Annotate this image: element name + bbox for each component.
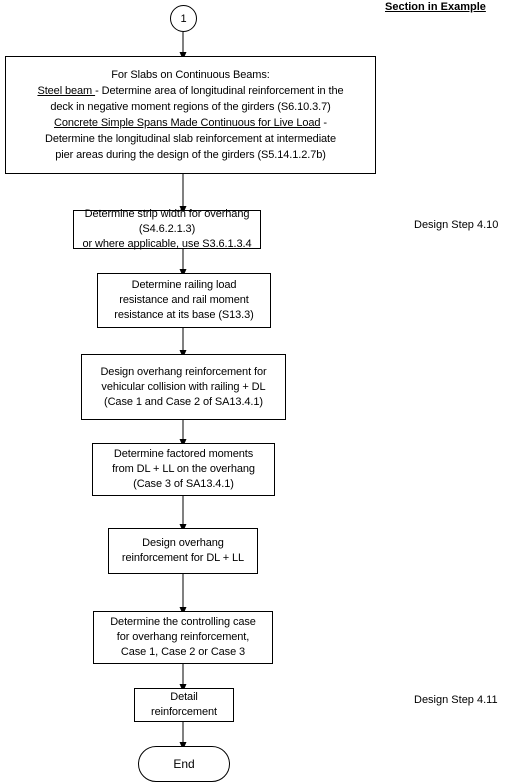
- end-terminator[interactable]: End: [138, 746, 230, 782]
- flowchart-canvas: Section in Example 1 For Slabs on Contin…: [0, 0, 525, 783]
- node-overhang-reinf-dl-ll-text: Design overhang reinforcement for DL + L…: [121, 537, 245, 564]
- node-slabs-continuous-beams-text: For Slabs on Continuous Beams: Steel bea…: [37, 67, 343, 163]
- node-railing-load-resistance-text: Determine railing load resistance and ra…: [114, 279, 254, 321]
- node-overhang-reinf-collision-text: Design overhang reinforcement for vehicu…: [100, 365, 267, 408]
- text-line-5: Determine the longitudinal slab reinforc…: [44, 133, 337, 145]
- text-line-6: pier areas during the design of the gird…: [55, 149, 326, 161]
- end-terminator-label: End: [173, 757, 195, 771]
- node-slabs-continuous-beams[interactable]: For Slabs on Continuous Beams: Steel bea…: [5, 56, 376, 174]
- connector-circle-1[interactable]: 1: [170, 5, 197, 32]
- design-step-4-11-label: Design Step 4.11: [414, 694, 498, 706]
- node-controlling-case[interactable]: Determine the controlling case for overh…: [93, 611, 273, 664]
- node-railing-load-resistance[interactable]: Determine railing load resistance and ra…: [97, 273, 271, 328]
- text-line-4: Concrete Simple Spans Made Continuous fo…: [54, 117, 327, 129]
- section-in-example-header: Section in Example: [385, 1, 486, 13]
- node-factored-moments-dl-ll[interactable]: Determine factored moments from DL + LL …: [92, 443, 275, 496]
- text-line-2: Steel beam - Determine area of longitudi…: [37, 85, 344, 97]
- node-controlling-case-text: Determine the controlling case for overh…: [110, 616, 256, 658]
- text-line-3: deck in negative moment regions of the g…: [50, 101, 331, 113]
- node-strip-width-overhang-text: Determine strip width for overhang (S4.6…: [82, 208, 252, 250]
- node-strip-width-overhang[interactable]: Determine strip width for overhang (S4.6…: [73, 208, 261, 250]
- connector-circle-label: 1: [180, 12, 187, 25]
- node-overhang-reinf-dl-ll[interactable]: Design overhang reinforcement for DL + L…: [108, 528, 258, 574]
- node-overhang-reinf-collision[interactable]: Design overhang reinforcement for vehicu…: [81, 354, 286, 420]
- text-line-1: For Slabs on Continuous Beams:: [111, 69, 270, 81]
- node-detail-reinforcement-text: Detail reinforcement: [151, 691, 217, 718]
- design-step-4-10-label: Design Step 4.10: [414, 219, 499, 231]
- node-factored-moments-dl-ll-text: Determine factored moments from DL + LL …: [112, 448, 255, 490]
- node-detail-reinforcement[interactable]: Detail reinforcement: [134, 688, 234, 722]
